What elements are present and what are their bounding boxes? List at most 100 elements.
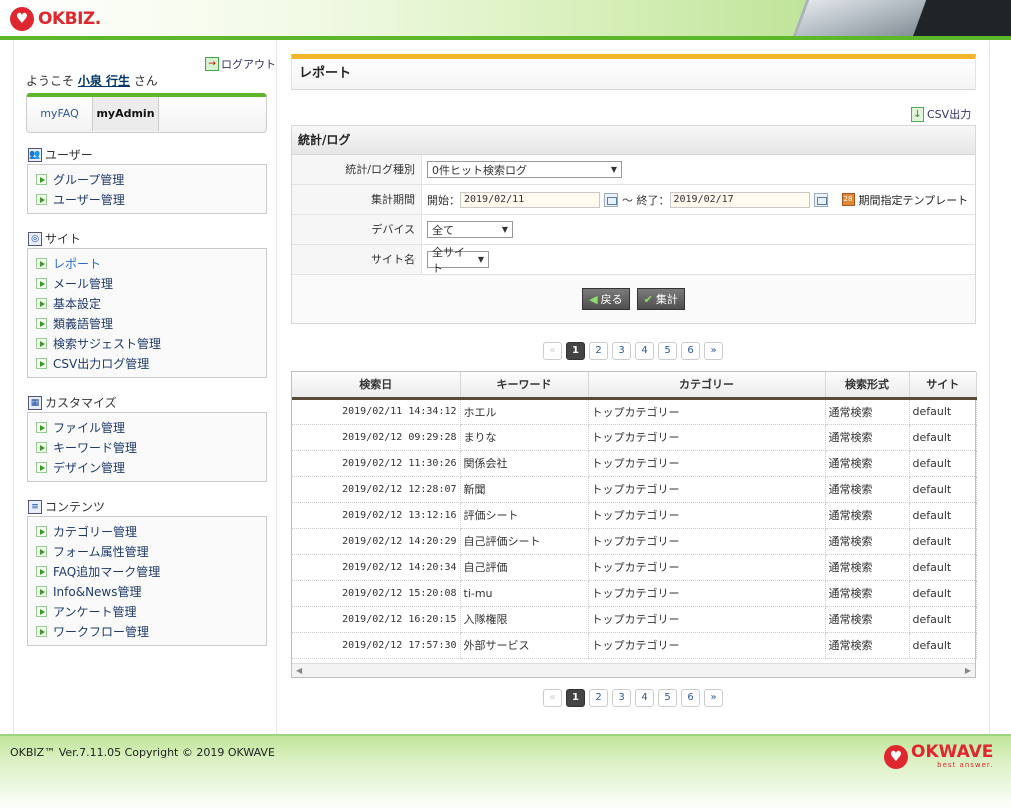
table-row: 2019/02/12 12:28:07 新聞 トップカテゴリー 通常検索 default [292, 476, 977, 503]
arrow-icon [36, 173, 47, 185]
page-button-3[interactable]: 3 [612, 689, 631, 707]
sidebar-item-workflow[interactable]: ワークフロー管理 [28, 621, 266, 641]
main-content: レポート ↓ CSV出力 統計/ログ 統計/ログ種別 0件ヒット検索ログ ▼ 集… [291, 54, 977, 707]
sidebar-item-keyword-management[interactable]: キーワード管理 [28, 437, 266, 457]
sidebar-item-category-management[interactable]: カテゴリー管理 [28, 521, 266, 541]
sidebar-item-search-suggest[interactable]: 検索サジェスト管理 [28, 333, 266, 353]
okwave-tagline: best answer. [937, 761, 994, 769]
cell-category: トップカテゴリー [588, 450, 826, 477]
start-date-input[interactable]: 2019/02/11 [460, 191, 600, 208]
column-header-keyword[interactable]: キーワード [460, 372, 589, 400]
site-select[interactable]: 全サイト ▼ [427, 246, 489, 275]
page-prev-button[interactable]: « [543, 689, 562, 707]
cell-category: トップカテゴリー [588, 554, 826, 581]
sidebar-item-csv-log[interactable]: CSV出力ログ管理 [28, 353, 266, 373]
cell-keyword: 関係会社 [460, 450, 589, 477]
aggregate-button[interactable]: ✔ 集計 [636, 288, 685, 310]
dropdown-arrow-icon: ▼ [477, 255, 484, 264]
csv-export-link[interactable]: ↓ CSV出力 [911, 106, 971, 122]
calendar-icon[interactable] [813, 192, 828, 207]
cell-category: トップカテゴリー [588, 502, 826, 529]
scroll-left-icon[interactable]: ◀ [296, 666, 302, 675]
page-button-4[interactable]: 4 [635, 689, 654, 707]
sidebar-item-form-attribute[interactable]: フォーム属性管理 [28, 541, 266, 561]
section-contents: カテゴリー管理 フォーム属性管理 FAQ追加マーク管理 Info&News管理 … [27, 516, 267, 646]
site-label: サイト名 [292, 245, 422, 274]
customize-icon: ▦ [28, 395, 42, 410]
period-label: 集計期間 [292, 185, 422, 214]
sidebar-item-survey[interactable]: アンケート管理 [28, 601, 266, 621]
sidebar-item-user-management[interactable]: ユーザー管理 [28, 189, 266, 209]
sidebar-item-report[interactable]: レポート [28, 253, 266, 273]
period-template-link[interactable]: 28 期間指定テンプレート [841, 192, 968, 208]
heart-icon: ♥ [884, 744, 908, 769]
page-button-6[interactable]: 6 [681, 342, 700, 360]
pagination-bottom: « 1 2 3 4 5 6 » [543, 689, 723, 707]
start-label: 開始： [427, 193, 460, 207]
device-value: 全て [432, 223, 454, 237]
horizontal-scrollbar[interactable]: ◀ ▶ [292, 663, 975, 677]
logo-text: OKBIZ. [38, 9, 101, 29]
arrow-icon [36, 565, 47, 577]
page-button-2[interactable]: 2 [589, 689, 608, 707]
log-type-select[interactable]: 0件ヒット検索ログ ▼ [427, 161, 622, 178]
form-row-site: サイト名 全サイト ▼ [292, 245, 975, 275]
logout-link[interactable]: → ログアウト [205, 56, 276, 72]
column-header-date[interactable]: 検索日 [292, 372, 461, 400]
section-title-label: コンテンツ [45, 500, 106, 514]
arrow-icon [36, 337, 47, 349]
arrow-icon [36, 317, 47, 329]
tab-myfaq[interactable]: myFAQ [27, 97, 93, 131]
scroll-right-icon[interactable]: ▶ [965, 666, 971, 675]
sidebar-item-synonym-management[interactable]: 類義語管理 [28, 313, 266, 333]
sidebar-item-faq-mark[interactable]: FAQ追加マーク管理 [28, 561, 266, 581]
page-button-1[interactable]: 1 [566, 342, 585, 360]
arrow-icon [36, 525, 47, 537]
sidebar-item-basic-settings[interactable]: 基本設定 [28, 293, 266, 313]
sidebar-item-mail-management[interactable]: メール管理 [28, 273, 266, 293]
page-button-1[interactable]: 1 [566, 689, 585, 707]
page-button-5[interactable]: 5 [658, 689, 677, 707]
sidebar-item-label: 類義語管理 [53, 316, 114, 331]
page-prev-button[interactable]: « [543, 342, 562, 360]
okbiz-logo[interactable]: ♥ OKBIZ. [10, 7, 101, 31]
column-header-site[interactable]: サイト [909, 372, 977, 400]
cell-category: トップカテゴリー [588, 580, 826, 607]
section-title-label: ユーザー [45, 148, 93, 162]
cell-keyword: まりな [460, 424, 589, 451]
table-row: 2019/02/12 17:57:30 外部サービス トップカテゴリー 通常検索 def… [292, 632, 977, 659]
site-value: 全サイト [432, 245, 465, 275]
column-header-category[interactable]: カテゴリー [588, 372, 826, 400]
device-select[interactable]: 全て ▼ [427, 221, 513, 238]
section-title-label: サイト [45, 232, 82, 246]
sidebar-item-label: フォーム属性管理 [53, 544, 149, 559]
okwave-logo[interactable]: ♥ OKWAVE best answer. [884, 744, 993, 769]
cell-site: default [909, 424, 977, 451]
sidebar-item-group-management[interactable]: グループ管理 [28, 169, 266, 189]
calendar-icon[interactable] [604, 192, 618, 207]
cell-keyword: ti-mu [460, 580, 589, 607]
page-next-button[interactable]: » [704, 689, 723, 707]
column-header-search-type[interactable]: 検索形式 [825, 372, 910, 400]
calendar-template-icon: 28 [841, 193, 855, 206]
form-row-period: 集計期間 開始： 2019/02/11 ～ 終了： 2019/02/17 28 … [292, 185, 975, 215]
end-date-input[interactable]: 2019/02/17 [669, 191, 810, 208]
sidebar-item-design-management[interactable]: デザイン管理 [28, 457, 266, 477]
device-label: デバイス [292, 215, 422, 244]
sidebar-item-label: Info&News管理 [53, 584, 142, 599]
page-next-button[interactable]: » [704, 342, 723, 360]
page-button-2[interactable]: 2 [589, 342, 608, 360]
tab-myadmin[interactable]: myAdmin [93, 97, 159, 131]
page-button-4[interactable]: 4 [635, 342, 654, 360]
back-button[interactable]: ◀ 戻る [582, 288, 630, 310]
sidebar-item-file-management[interactable]: ファイル管理 [28, 417, 266, 437]
stats-log-panel: 統計/ログ 統計/ログ種別 0件ヒット検索ログ ▼ 集計期間 開始： 2019/… [291, 125, 976, 324]
page-button-3[interactable]: 3 [612, 342, 631, 360]
page-button-5[interactable]: 5 [658, 342, 677, 360]
sidebar-item-label: レポート [53, 256, 102, 271]
sidebar-item-info-news[interactable]: Info&News管理 [28, 581, 266, 601]
arrow-icon [36, 625, 47, 637]
user-name-link[interactable]: 小泉 行生 [78, 74, 130, 88]
page-button-6[interactable]: 6 [681, 689, 700, 707]
cell-date: 2019/02/12 17:57:30 [292, 632, 461, 659]
